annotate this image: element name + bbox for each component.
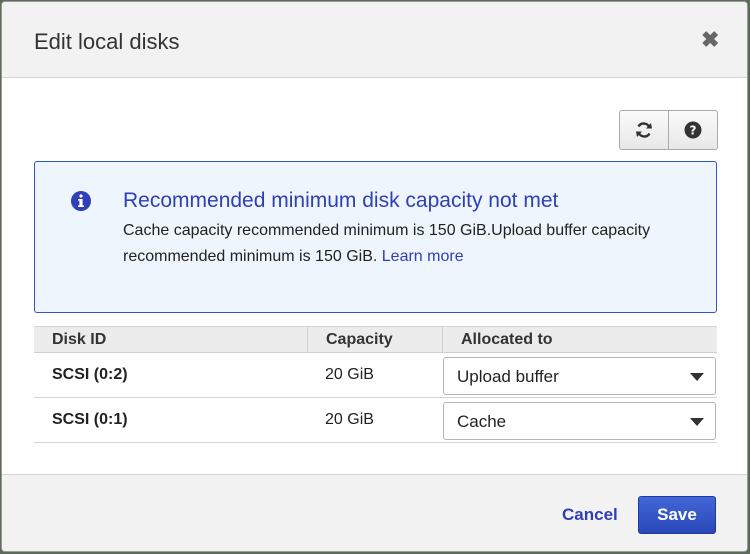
- alert-box: Recommended minimum disk capacity not me…: [34, 161, 717, 313]
- cancel-button[interactable]: Cancel: [562, 505, 618, 525]
- allocated-to-select[interactable]: Upload buffer: [443, 357, 716, 395]
- allocated-to-value: Cache: [457, 412, 507, 431]
- column-header-allocated-to[interactable]: Allocated to: [442, 327, 717, 353]
- refresh-icon: [636, 122, 652, 138]
- disk-id-cell: SCSI (0:2): [52, 366, 128, 383]
- svg-text:?: ?: [690, 124, 697, 138]
- table-row: SCSI (0:2) 20 GiB Upload buffer: [34, 353, 717, 398]
- caret-down-icon: [690, 418, 704, 426]
- refresh-button[interactable]: [620, 111, 668, 149]
- help-icon: ?: [684, 121, 702, 139]
- capacity-cell: 20 GiB: [325, 366, 374, 383]
- column-header-capacity[interactable]: Capacity: [307, 327, 442, 353]
- alert-title: Recommended minimum disk capacity not me…: [123, 189, 559, 212]
- save-button[interactable]: Save: [638, 496, 716, 534]
- dialog-header: Edit local disks ✖: [2, 2, 747, 78]
- caret-down-icon: [690, 373, 704, 381]
- close-icon[interactable]: ✖: [701, 29, 719, 51]
- dialog-title: Edit local disks: [34, 29, 180, 54]
- learn-more-link[interactable]: Learn more: [382, 248, 464, 265]
- table-header: Disk ID Capacity Allocated to: [34, 326, 717, 353]
- info-icon: [71, 191, 91, 211]
- dialog-footer: Cancel Save: [2, 474, 747, 551]
- disk-id-cell: SCSI (0:1): [52, 411, 128, 428]
- capacity-cell: 20 GiB: [325, 411, 374, 428]
- table-row: SCSI (0:1) 20 GiB Cache: [34, 398, 717, 443]
- edit-local-disks-dialog: Edit local disks ✖ ? Recommended minimum…: [1, 1, 748, 552]
- column-header-disk-id[interactable]: Disk ID: [34, 327, 307, 353]
- allocated-to-value: Upload buffer: [457, 367, 559, 386]
- help-button[interactable]: ?: [668, 111, 717, 149]
- toolbar: ?: [619, 110, 718, 150]
- allocated-to-select[interactable]: Cache: [443, 402, 716, 440]
- alert-message: Cache capacity recommended minimum is 15…: [123, 218, 683, 270]
- disks-table: Disk ID Capacity Allocated to SCSI (0:2)…: [34, 326, 717, 443]
